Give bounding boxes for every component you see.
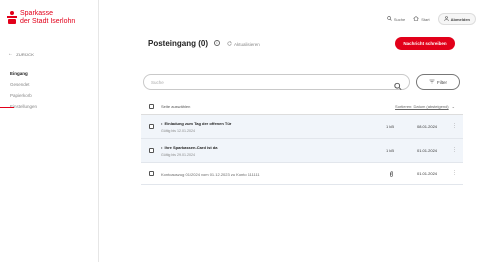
sidebar: Sparkasse der Stadt Iserlohn ← ZURÜCK Ei…: [0, 0, 99, 262]
sidebar-item-papierkorb[interactable]: Papierkorb: [10, 90, 37, 101]
message-size: 1 kB: [386, 124, 395, 129]
account-button[interactable]: Abmelden: [437, 13, 476, 25]
back-label: ZURÜCK: [16, 51, 35, 57]
sort-dropdown[interactable]: Sortieren: Datum (absteigend) ⌄: [395, 104, 455, 109]
message-table: Seite auswählen Sortieren: Datum (abstei…: [141, 98, 463, 185]
row-checkbox[interactable]: [149, 124, 154, 129]
search-field: [143, 74, 410, 91]
row-checkbox[interactable]: [149, 148, 154, 153]
sidebar-item-einstellungen[interactable]: Einstellungen: [10, 101, 37, 112]
table-row[interactable]: Kontoauszug 01/2024 vom 01.12.2023 zu Ko…: [141, 163, 463, 185]
sidebar-item-gesendet[interactable]: Gesendet: [10, 79, 37, 90]
top-start-label: Start: [421, 16, 430, 22]
arrow-left-icon: ←: [8, 51, 14, 57]
message-valid-until: Gültig bis 29.01.2024: [161, 153, 195, 157]
filter-icon: [429, 79, 435, 85]
message-subject: Kontoauszug 01/2024 vom 01.12.2023 zu Ko…: [161, 172, 260, 177]
message-date: 01.01.2024: [417, 171, 438, 176]
page-title: Posteingang (0): [148, 39, 209, 48]
message-size: 1 kB: [386, 148, 395, 153]
message-subject-text: Ihre Sparkassen-Card ist da: [164, 145, 218, 150]
unread-dot-icon: •: [161, 121, 163, 126]
logo-line-1: Sparkasse: [20, 10, 54, 17]
back-link[interactable]: ← ZURÜCK: [8, 51, 34, 57]
search-icon: [387, 16, 392, 22]
active-indicator-line: [0, 107, 14, 108]
sidebar-item-eingang[interactable]: Eingang: [10, 68, 37, 79]
sparkasse-s-logo-icon: [7, 11, 17, 24]
logo-line-2: der Stadt Iserlohn: [20, 18, 76, 25]
message-date: 01.01.2024: [417, 148, 438, 153]
sparkasse-logo[interactable]: Sparkasse der Stadt Iserlohn: [7, 10, 75, 26]
refresh-icon: [227, 41, 232, 47]
row-checkbox[interactable]: [149, 171, 154, 176]
home-icon: [413, 16, 419, 22]
top-start-link[interactable]: Start: [413, 16, 430, 22]
message-date: 08.01.2024: [417, 124, 438, 129]
select-all-label[interactable]: Seite auswählen: [161, 104, 190, 109]
message-valid-until: Gültig bis 12.01.2024: [161, 129, 195, 133]
unread-dot-icon: •: [161, 145, 163, 150]
table-header: Seite auswählen Sortieren: Datum (abstei…: [141, 98, 463, 115]
compose-message-button[interactable]: Nachricht schreiben: [395, 37, 455, 50]
attachment-icon: [389, 171, 394, 179]
chevron-down-icon: ⌄: [451, 104, 455, 109]
message-subject-text: Einladung zum Tag der offenen Tür: [164, 121, 232, 126]
sort-label: Sortieren: Datum (absteigend): [395, 104, 449, 109]
account-label: Abmelden: [450, 16, 470, 22]
message-subject: • Einladung zum Tag der offenen Tür: [161, 121, 231, 126]
filter-label: Filter: [437, 79, 447, 85]
search-icon[interactable]: [394, 78, 402, 91]
info-icon[interactable]: i: [214, 40, 220, 46]
logo-text: Sparkasse der Stadt Iserlohn: [20, 10, 75, 26]
message-subject: • Ihre Sparkassen-Card ist da: [161, 145, 217, 150]
top-search-label: Suche: [393, 16, 406, 22]
row-menu-icon[interactable]: ⋮: [452, 170, 457, 176]
top-links: Suche Start Abmelden: [387, 13, 476, 25]
select-all-checkbox[interactable]: [149, 104, 154, 109]
filter-button[interactable]: Filter: [416, 74, 460, 90]
refresh-label: Aktualisieren: [234, 41, 260, 47]
search-input[interactable]: [151, 78, 371, 87]
row-menu-icon[interactable]: ⋮: [452, 147, 457, 153]
row-menu-icon[interactable]: ⋮: [452, 123, 457, 129]
sidebar-nav: Eingang Gesendet Papierkorb Einstellunge…: [10, 68, 37, 112]
page: Sparkasse der Stadt Iserlohn ← ZURÜCK Ei…: [0, 0, 484, 262]
table-row[interactable]: • Einladung zum Tag der offenen Tür Gült…: [141, 115, 463, 139]
refresh-link[interactable]: Aktualisieren: [227, 41, 260, 47]
user-icon: [443, 16, 449, 22]
top-search-link[interactable]: Suche: [387, 16, 405, 22]
table-row[interactable]: • Ihre Sparkassen-Card ist da Gültig bis…: [141, 139, 463, 163]
